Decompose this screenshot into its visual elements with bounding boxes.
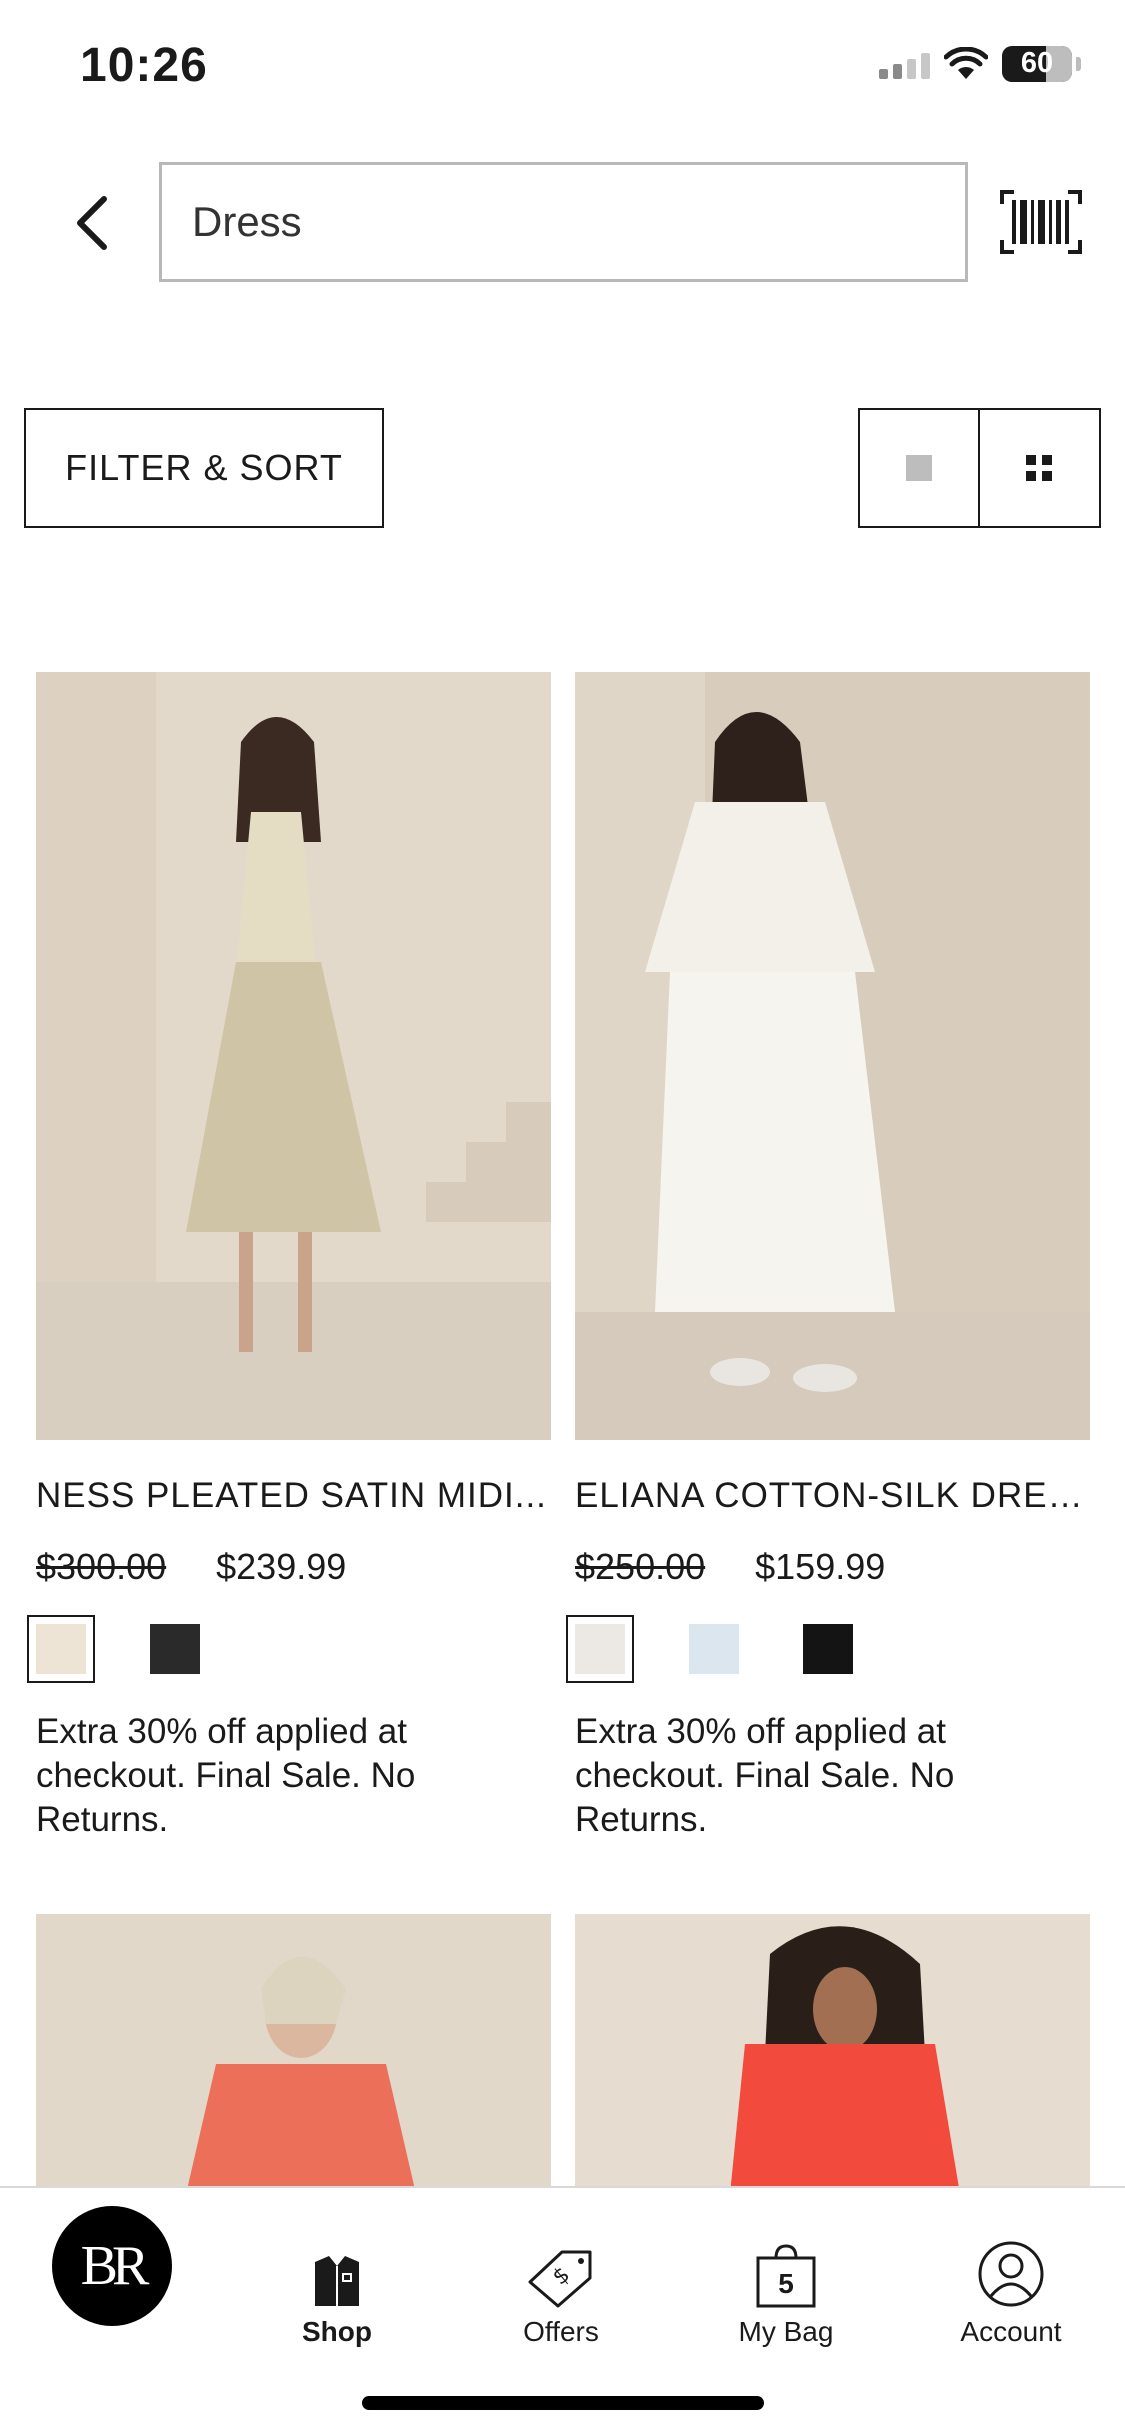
tab-bag-label: My Bag [738,2316,834,2347]
tab-account[interactable]: Account [956,2188,1066,2348]
status-icons: 60 [879,46,1081,82]
battery-level: 60 [1020,47,1054,79]
swatch-white[interactable] [566,1615,634,1683]
search-field[interactable] [159,162,968,282]
grid-view-icon [1026,455,1053,481]
color-swatches [27,1615,551,1683]
chevron-left-icon [77,196,107,250]
barcode-icon [1000,190,1082,254]
tab-offers[interactable]: $ Offers [511,2188,611,2348]
promo-text: Extra 30% off applied at checkout. Final… [575,1712,955,1839]
battery-icon: 60 [1002,46,1072,82]
sale-price: $239.99 [216,1546,347,1587]
status-time: 10:26 [80,39,208,92]
cellular-signal-icon [879,49,930,79]
product-image[interactable] [575,1914,1090,2194]
svg-text:$: $ [548,2262,575,2290]
swatch-light-blue[interactable] [689,1624,739,1674]
tab-shop[interactable]: Shop [287,2188,387,2348]
swatch-black[interactable] [803,1624,853,1674]
battery-tip [1076,57,1081,71]
promo-text: Extra 30% off applied at checkout. Final… [36,1712,416,1839]
back-button[interactable] [64,188,120,258]
product-prices: $300.00 $239.99 [36,1546,551,1588]
price-tag-icon: $ [528,2250,592,2308]
product-image[interactable] [36,1914,551,2194]
product-card[interactable]: NESS PLEATED SATIN MIDI... $300.00 $239.… [27,672,551,1842]
search-input[interactable] [192,165,935,279]
single-column-view-button[interactable] [860,410,980,526]
tab-shop-label: Shop [302,2316,372,2347]
filter-sort-button[interactable]: FILTER & SORT [24,408,384,528]
product-prices: $250.00 $159.99 [575,1546,1090,1588]
tab-offers-label: Offers [523,2316,599,2347]
home-indicator [362,2396,764,2410]
wifi-icon [944,47,988,79]
status-bar: 10:26 60 [0,0,1125,140]
grid-view-button[interactable] [980,410,1100,526]
tab-account-label: Account [960,2316,1062,2347]
shirt-icon [315,2256,359,2306]
original-price: $300.00 [36,1546,167,1587]
single-view-icon [905,455,932,481]
swatch-cream[interactable] [27,1615,95,1683]
home-logo-button[interactable]: BR [52,2206,172,2326]
bag-count-badge: 5 [778,2268,794,2299]
sale-price: $159.99 [755,1546,886,1587]
view-toggle [858,408,1101,528]
account-icon [978,2241,1044,2307]
shopping-bag-icon: 5 [756,2244,816,2308]
product-image[interactable] [575,672,1090,1440]
original-price: $250.00 [575,1546,706,1587]
swatch-black[interactable] [150,1624,200,1674]
color-swatches [566,1615,1090,1683]
product-image[interactable] [36,672,551,1440]
tab-bag[interactable]: 5 My Bag [736,2188,836,2348]
product-card[interactable]: ELIANA COTTON-SILK DRESS $250.00 $159.99… [566,672,1090,1842]
barcode-scan-button[interactable] [1000,190,1082,254]
product-name[interactable]: ELIANA COTTON-SILK DRESS [575,1476,1090,1516]
product-name[interactable]: NESS PLEATED SATIN MIDI... [36,1476,551,1516]
